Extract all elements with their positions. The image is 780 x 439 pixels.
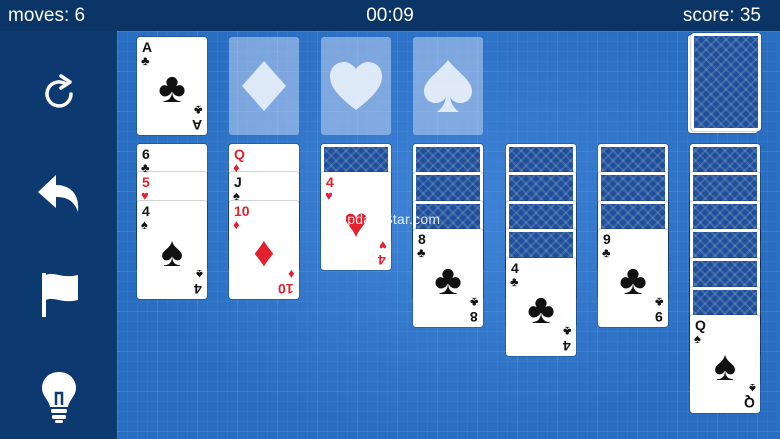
game-timer: 00:09 [0,5,780,27]
timer-label: 00:09 [366,5,414,26]
score-counter: score: 35 [682,5,761,26]
tableau-col6-card[interactable]: 9 ♣ ♣ ♣ 9 [598,229,668,327]
tableau-col1-card[interactable]: 4 ♠ ♠ ♠ 4 [137,201,207,299]
tableau-col4-card[interactable]: 8 ♣ ♣ ♣ 8 [413,229,483,327]
hint-button[interactable] [29,367,89,427]
card-suit-small: ♠ [141,217,148,232]
card-suit-small-inverted: ♣ [655,295,664,310]
card-suit-small: ♦ [233,217,240,232]
card-rank: 4 [326,174,334,190]
card-rank: 10 [234,203,250,219]
lightbulb-icon [42,372,76,423]
card-suit-small: ♣ [417,245,426,260]
undo-button[interactable] [29,164,89,224]
tableau-col7-card[interactable]: Q ♠ ♠ ♠ Q [690,315,760,413]
card-suit-small: ♠ [694,331,701,346]
card-rank: J [234,174,242,190]
card-rank-inverted: 9 [655,309,663,325]
card-rank-inverted: 8 [470,309,478,325]
card-rank-inverted: 10 [278,281,294,297]
tableau-col2-card[interactable]: 10 ♦ ♦ ♦ 10 [229,201,299,299]
card-suit-small: ♥ [325,188,333,203]
watermark-text: UpdateStar.com [337,211,441,227]
card-suit-small: ♣ [602,245,611,260]
foundation-spade-slot[interactable] [413,37,483,135]
card-rank: 6 [142,146,150,162]
card-rank-inverted: A [191,117,202,133]
give-up-button[interactable] [29,265,89,325]
heart-placeholder-icon [330,62,382,110]
card-rank-inverted: 4 [563,338,571,354]
foundation-diamond-slot[interactable] [229,37,299,135]
spade-placeholder-icon [424,60,472,112]
new-game-button[interactable] [29,64,89,124]
flag-icon [42,273,78,317]
card-rank: A [142,39,153,55]
card-rank: 4 [511,260,519,276]
card-suit-small-inverted: ♠ [749,381,756,396]
card-rank-inverted: Q [744,395,755,411]
card-rank: 8 [418,231,426,247]
card-rank-inverted: 4 [378,252,386,268]
foundation-heart-slot[interactable] [321,37,391,135]
card-suit-small-inverted: ♣ [194,103,203,118]
card-suit-small-inverted: ♠ [196,267,203,282]
card-suit-small-inverted: ♥ [379,238,387,253]
card-suit-small: ♣ [510,274,519,289]
refresh-icon [45,74,73,108]
foundation-club-card[interactable]: A ♣ ♣ ♣ A [137,37,207,135]
card-rank: 5 [142,174,150,190]
card-suit-small-inverted: ♦ [288,267,295,282]
stock-pile[interactable] [691,33,761,131]
card-rank: Q [234,146,245,162]
diamond-placeholder-icon [242,61,286,111]
tableau-col5-card[interactable]: 4 ♣ ♣ ♣ 4 [506,258,576,356]
card-rank: Q [695,317,706,333]
card-rank: 4 [142,203,150,219]
card-rank-inverted: 4 [194,281,202,297]
card-suit-small: ♣ [141,53,150,68]
top-bar: moves: 6 00:09 score: 35 [0,0,780,31]
card-suit-small-inverted: ♣ [563,324,572,339]
card-rank: 9 [603,231,611,247]
moves-counter: moves: 6 [8,5,86,26]
undo-arrow-icon [38,175,79,212]
game-table: A ♣ ♣ ♣ A 6 ♣ 5 ♥ 4 ♠ ♠ ♠ 4 Q ♦ J ♠ 10 ♦… [117,31,780,439]
card-suit-small-inverted: ♣ [470,295,479,310]
sidebar [0,31,117,439]
